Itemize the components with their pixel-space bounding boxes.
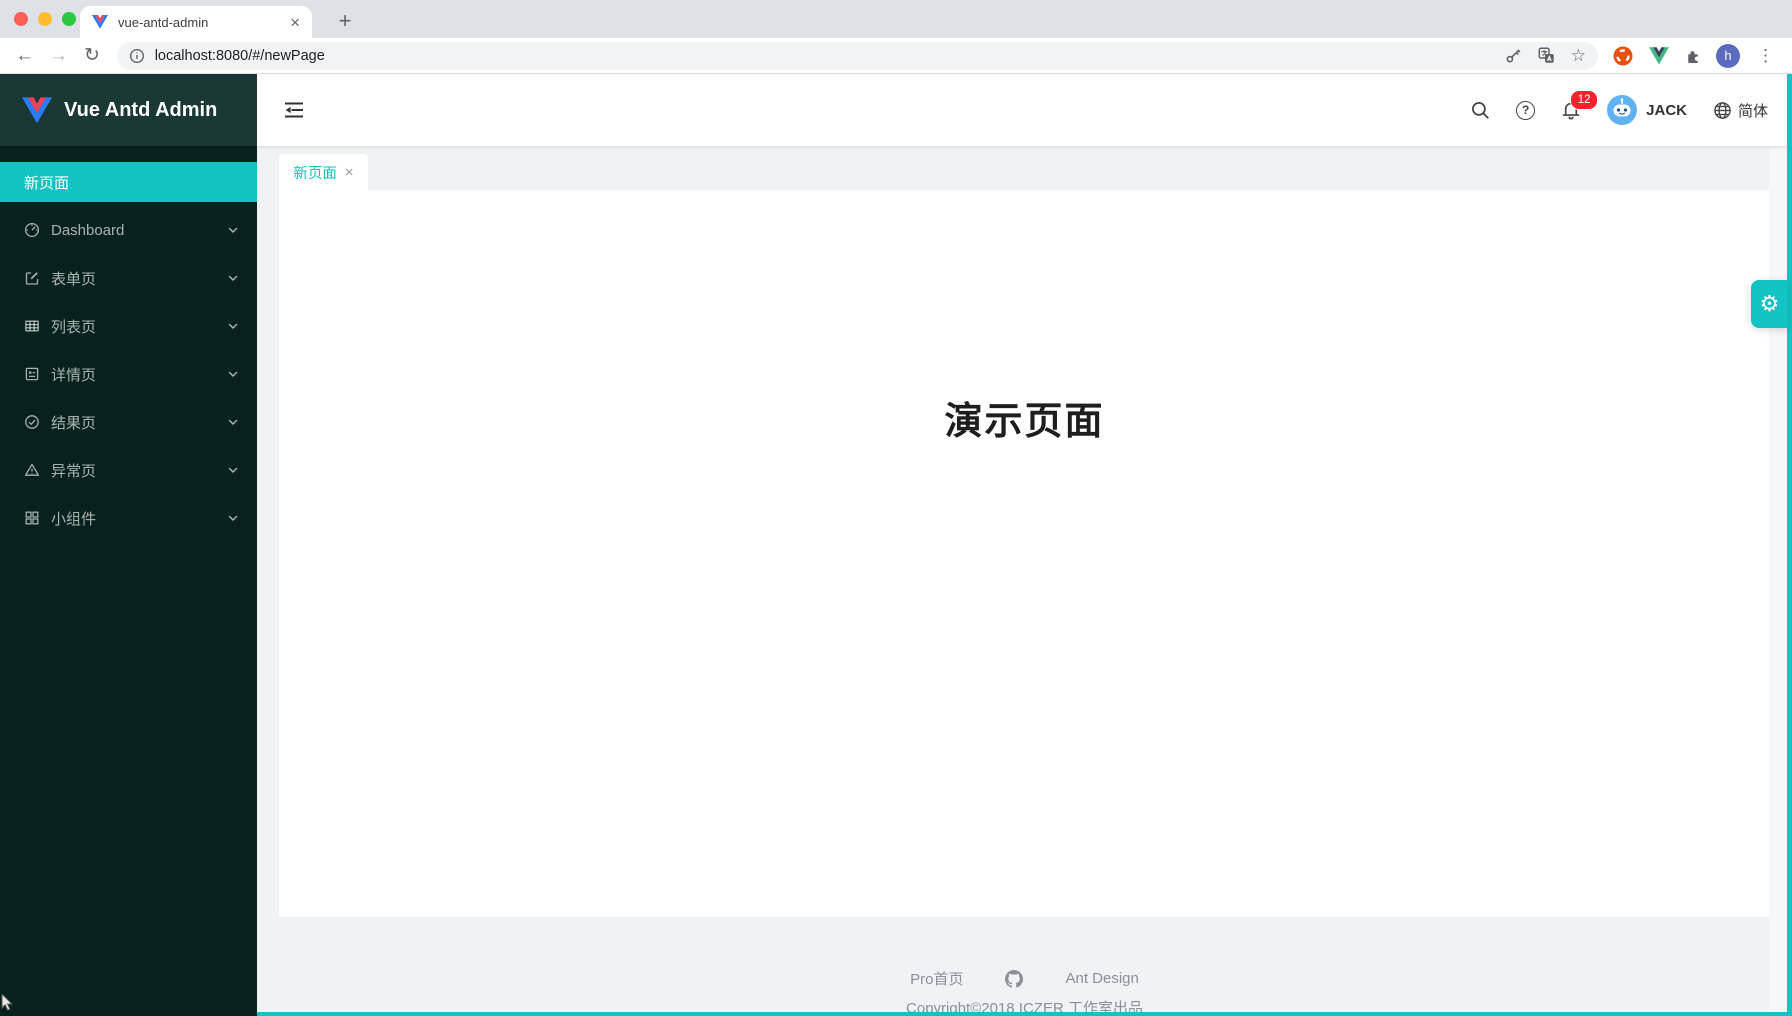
url-text: localhost:8080/#/newPage [155, 48, 325, 64]
warning-icon [24, 462, 40, 478]
password-key-icon[interactable] [1505, 47, 1522, 64]
browser-tab-title: vue-antd-admin [118, 15, 280, 30]
sidebar-item-dashboard[interactable]: Dashboard [0, 210, 257, 250]
back-button[interactable]: ← [8, 41, 42, 71]
page-tab-label: 新页面 [293, 162, 337, 183]
browser-profile-avatar[interactable]: h [1716, 44, 1740, 68]
sidebar-item-label: 表单页 [51, 268, 227, 289]
page-title: 演示页面 [944, 390, 1104, 445]
mouse-cursor [1, 994, 14, 1012]
page-tab-newpage[interactable]: 新页面 × [279, 154, 368, 190]
browser-menu-icon[interactable]: ⋮ [1755, 46, 1782, 66]
sidebar-item-label: 列表页 [51, 316, 227, 337]
page-info-icon[interactable] [129, 48, 145, 64]
browser-tab[interactable]: vue-antd-admin × [80, 6, 312, 38]
language-label: 简体 [1738, 100, 1768, 121]
username: JACK [1646, 102, 1687, 119]
page-edge-right [1787, 74, 1792, 1016]
table-icon [24, 318, 40, 334]
notification-bell-icon[interactable]: 12 [1561, 100, 1581, 121]
user-menu[interactable]: JACK [1607, 95, 1687, 125]
page-edge-bottom [257, 1012, 1792, 1016]
check-circle-icon [24, 414, 40, 430]
sidebar-menu: 新页面 Dashboard [0, 146, 257, 538]
browser-tabbar: vue-antd-admin × + [0, 0, 1792, 38]
extension-orange-icon[interactable] [1612, 45, 1634, 67]
chevron-down-icon [227, 464, 239, 476]
settings-drawer-handle[interactable]: ⚙ [1751, 280, 1788, 328]
profile-icon [24, 366, 40, 382]
sidebar-item-widgets[interactable]: 小组件 [0, 498, 257, 538]
sidebar-item-lists[interactable]: 列表页 [0, 306, 257, 346]
app-header: ? 12 [257, 74, 1792, 146]
header-actions: ? 12 [1470, 95, 1792, 125]
screen: vue-antd-admin × + ← → ↻ localhost:8080/… [0, 0, 1792, 1016]
translate-icon[interactable] [1538, 47, 1555, 64]
content-area: 新页面 × 演示页面 Pro首页 Ant Design Copyright©20… [257, 146, 1792, 1016]
sidebar-item-newpage[interactable]: 新页面 [0, 162, 257, 202]
footer-link-antdesign[interactable]: Ant Design [1065, 970, 1138, 987]
globe-icon [1713, 101, 1732, 120]
chevron-down-icon [227, 416, 239, 428]
app-title: Vue Antd Admin [64, 99, 217, 122]
extensions-area: h ⋮ [1612, 44, 1782, 68]
sidebar-item-results[interactable]: 结果页 [0, 402, 257, 442]
chevron-down-icon [227, 320, 239, 332]
reload-button[interactable]: ↻ [75, 41, 109, 71]
form-icon [24, 270, 40, 286]
new-tab-button[interactable]: + [330, 6, 360, 36]
scrollbar-track[interactable] [1769, 146, 1787, 1012]
menu-fold-icon[interactable] [283, 99, 305, 121]
sidebar-item-label: 异常页 [51, 460, 227, 481]
dashboard-icon [24, 222, 40, 238]
vue-devtools-icon[interactable] [1649, 47, 1669, 65]
favicon-vue-icon [92, 14, 108, 30]
github-icon[interactable] [1005, 970, 1023, 988]
gear-icon: ⚙ [1760, 291, 1780, 317]
window-zoom-button[interactable] [62, 12, 76, 26]
language-selector[interactable]: 简体 [1713, 100, 1768, 121]
sidebar-item-label: 小组件 [51, 508, 227, 529]
browser-toolbar: ← → ↻ localhost:8080/#/newPage [0, 38, 1792, 74]
sidebar-item-label: Dashboard [51, 222, 227, 239]
chevron-down-icon [227, 512, 239, 524]
app-logo[interactable]: Vue Antd Admin [0, 74, 257, 146]
sidebar-item-label: 新页面 [24, 172, 239, 193]
bookmark-star-icon[interactable]: ☆ [1571, 46, 1586, 66]
footer-links: Pro首页 Ant Design [257, 968, 1792, 989]
page-tab-close-icon[interactable]: × [345, 164, 354, 181]
sidebar-item-label: 结果页 [51, 412, 227, 433]
sidebar: Vue Antd Admin 新页面 Dashboard [0, 74, 257, 1016]
tab-close-icon[interactable]: × [290, 14, 300, 31]
sidebar-item-details[interactable]: 详情页 [0, 354, 257, 394]
forward-button[interactable]: → [42, 41, 76, 71]
notification-badge: 12 [1570, 90, 1598, 110]
chevron-down-icon [227, 368, 239, 380]
sidebar-item-forms[interactable]: 表单页 [0, 258, 257, 298]
content-card: 演示页面 [279, 190, 1770, 917]
sidebar-item-exceptions[interactable]: 异常页 [0, 450, 257, 490]
user-avatar [1607, 95, 1637, 125]
window-close-button[interactable] [14, 12, 28, 26]
window-minimize-button[interactable] [38, 12, 52, 26]
sidebar-item-label: 详情页 [51, 364, 227, 385]
block-icon [24, 510, 40, 526]
vue-logo-icon [22, 97, 52, 124]
search-icon[interactable] [1470, 100, 1490, 120]
footer-link-pro[interactable]: Pro首页 [910, 968, 963, 989]
help-icon[interactable]: ? [1516, 101, 1535, 120]
address-bar[interactable]: localhost:8080/#/newPage [117, 42, 1598, 70]
extensions-puzzle-icon[interactable] [1684, 47, 1701, 64]
chevron-down-icon [227, 224, 239, 236]
chevron-down-icon [227, 272, 239, 284]
